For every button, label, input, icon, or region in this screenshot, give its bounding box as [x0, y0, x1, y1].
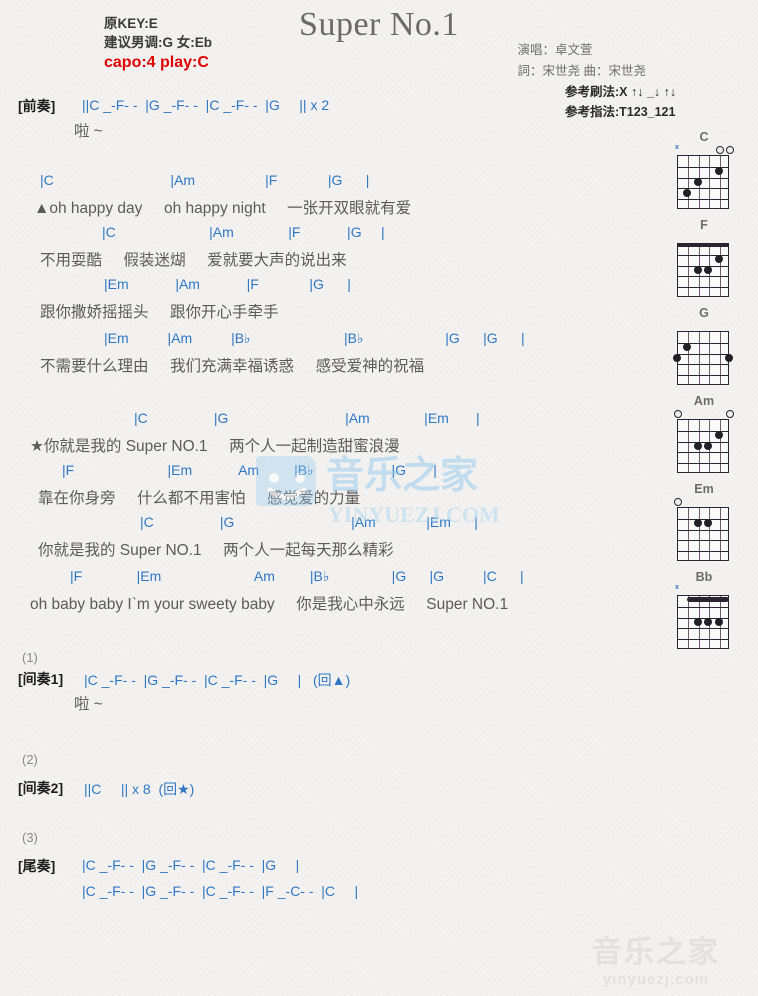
chord-grid: x: [675, 144, 734, 211]
verse-line4-chords: |Em |Am |B♭ |B♭ |G |G |: [104, 330, 525, 346]
chord-grid: [673, 321, 733, 387]
chord-finger-dot: [693, 618, 702, 626]
credits-block: 演唱：卓文萱 詞：宋世尧 曲：宋世尧: [518, 40, 646, 82]
singer-credit: 演唱：卓文萱: [517, 43, 593, 57]
chorus-line2-chords: |F |Em Am |B♭ |G |: [62, 462, 437, 478]
interlude2-tag: [间奏2]: [18, 780, 64, 796]
verse-line2-chords: |C |Am |F |G |: [102, 224, 385, 240]
chord-diagram-name: F: [700, 218, 708, 232]
chord-diagram-am: Am: [656, 394, 752, 482]
verse-line3-lyric: 跟你撒娇摇摇头 跟你开心手牵手: [40, 304, 279, 321]
chord-finger-dot: [714, 618, 723, 626]
verse-line4-lyric: 不需要什么理由 我们充满幸福诱惑 感受爱神的祝福: [40, 358, 425, 375]
interlude2-number: (2): [22, 752, 38, 767]
interlude2-chords: ||C || x 8 (回★): [84, 781, 195, 797]
chord-finger-dot: [673, 354, 681, 362]
chord-grid: [674, 497, 731, 563]
chord-diagram-c: Cx: [656, 130, 752, 218]
capo-info: capo:4 play:C: [104, 54, 209, 71]
chord-finger-dot: [714, 255, 723, 264]
interlude1-chords: |C _-F- - |G _-F- - |C _-F- - |G | (回▲): [84, 672, 351, 688]
chord-diagram-g: G: [656, 306, 752, 394]
chord-finger-dot: [714, 431, 723, 440]
chord-muted-string-marker: x: [675, 584, 679, 591]
chord-finger-dot: [725, 354, 733, 362]
chord-open-string-marker: [715, 146, 724, 154]
chord-diagram-column: Cx F G Am Em Bb x: [656, 130, 752, 658]
chord-diagram-name: Em: [694, 482, 714, 496]
chord-grid: [677, 233, 731, 299]
verse-line1-chords: |C |Am |F |G |: [40, 172, 370, 188]
writer-credit: 詞：宋世尧 曲：宋世尧: [517, 64, 646, 78]
chord-finger-dot: [693, 519, 702, 528]
outro-number: (3): [22, 830, 38, 845]
chord-open-string-marker: [726, 146, 734, 154]
verse-line2-lyric: 不用耍酷 假装迷煳 爱就要大声的说出来: [40, 252, 347, 269]
chord-barre: [687, 597, 729, 602]
reference-patterns: 参考刷法:X ↑↓ _↓ ↑↓ 参考指法:T123_121: [565, 82, 676, 122]
chord-open-string-marker: [674, 498, 682, 506]
verse-line3-chords: |Em |Am |F |G |: [104, 276, 351, 292]
chord-open-string-marker: [726, 410, 734, 418]
bottom-watermark-en: yinyuezj.com: [602, 971, 710, 988]
sheet-content: 原KEY:E 建议男调:G 女:Eb capo:4 play:C Super N…: [0, 0, 758, 996]
chord-diagram-name: C: [699, 130, 709, 144]
chord-open-string-marker: [674, 410, 682, 418]
chord-grid: [674, 409, 734, 475]
bottom-watermark: 音乐之家 yinyuezj.com: [568, 927, 744, 988]
chord-finger-dot: [693, 178, 702, 186]
chord-diagram-bb: Bb x: [656, 570, 752, 658]
chorus-line1-lyric: ★你就是我的 Super NO.1 两个人一起制造甜蜜浪漫: [30, 438, 400, 455]
interlude1-tag: [间奏1]: [18, 671, 64, 687]
strum-pattern: 参考刷法:X ↑↓ _↓ ↑↓: [565, 85, 677, 99]
chorus-line3-lyric: 你就是我的 Super NO.1 两个人一起每天那么精彩: [38, 542, 394, 559]
chord-grid: x: [675, 584, 731, 651]
intro-lyric: 啦 ~: [74, 123, 103, 140]
chord-nut-barre: [677, 243, 729, 247]
chord-diagram-f: F: [656, 218, 752, 306]
chord-diagram-em: Em: [656, 482, 752, 570]
outro-line2-chords: |C _-F- - |G _-F- - |C _-F- - |F _-C- - …: [82, 883, 359, 899]
page-title: Super No.1: [299, 6, 459, 43]
chorus-line4-lyric: oh baby baby I`m your sweety baby 你是我心中永…: [30, 596, 509, 613]
chord-finger-dot: [693, 442, 702, 450]
outro-line1-chords: |C _-F- - |G _-F- - |C _-F- - |G |: [82, 857, 300, 873]
chorus-line1-chords: |C |G |Am |Em |: [134, 410, 480, 426]
chord-diagram-name: Am: [693, 394, 715, 408]
finger-pattern: 参考指法:T123_121: [565, 105, 676, 119]
outro-tag: [尾奏]: [18, 858, 56, 874]
chord-diagram-name: G: [699, 306, 709, 320]
chorus-line4-chords: |F |Em Am |B♭ |G |G |C |: [70, 568, 524, 584]
intro-chords: ||C _-F- - |G _-F- - |C _-F- - |G || x 2: [82, 97, 330, 113]
chord-finger-dot: [693, 266, 702, 274]
interlude1-number: (1): [22, 650, 38, 665]
chord-finger-dot: [714, 167, 723, 176]
chorus-line3-chords: |C |G |Am |Em |: [140, 514, 478, 530]
chorus-line2-lyric: 靠在你身旁 什么都不用害怕 感觉爱的力量: [38, 490, 361, 507]
interlude1-lyric: 啦 ~: [74, 696, 103, 713]
verse-line1-lyric: ▲oh happy day oh happy night 一张开双眼就有爱: [34, 200, 412, 217]
chord-muted-string-marker: x: [675, 144, 679, 151]
bottom-watermark-cn: 音乐之家: [592, 935, 720, 970]
intro-tag: [前奏]: [18, 98, 56, 114]
chord-diagram-name: Bb: [695, 570, 713, 584]
